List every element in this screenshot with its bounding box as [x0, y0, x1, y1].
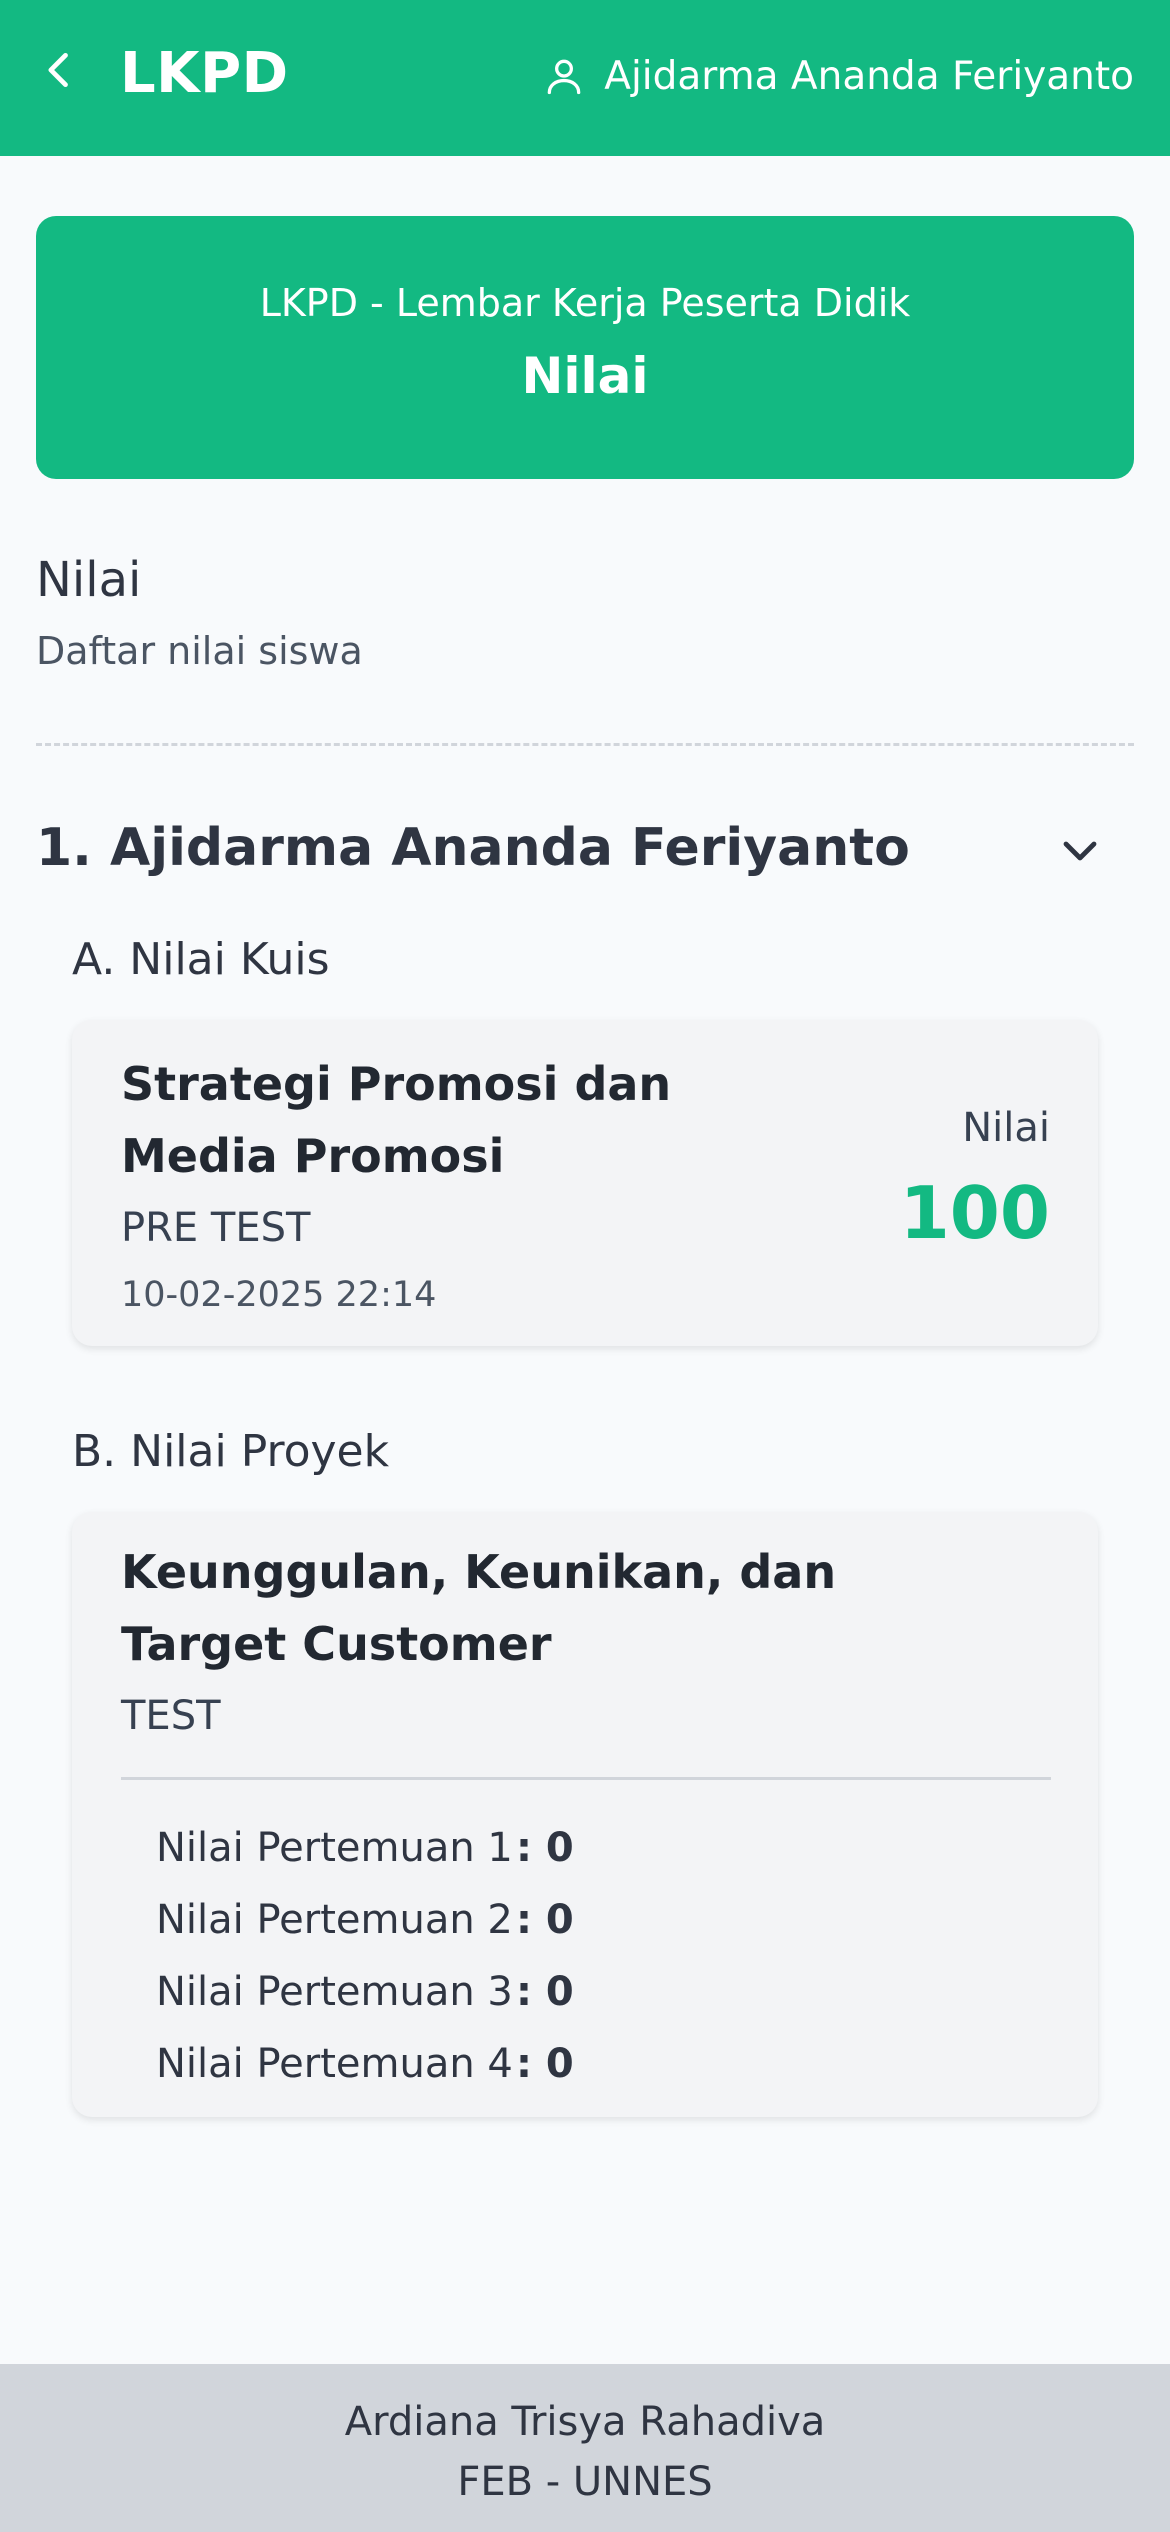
footer: Ardiana Trisya Rahadiva FEB - UNNES — [0, 2364, 1170, 2532]
quiz-card: Strategi Promosi dan Media Promosi PRE T… — [72, 1020, 1098, 1346]
section-divider — [36, 743, 1134, 746]
meeting-label: Nilai Pertemuan 2 — [156, 1897, 513, 1943]
quiz-date: 10-02-2025 22:14 — [121, 1275, 437, 1315]
project-divider — [121, 1777, 1051, 1780]
section-subtitle: Daftar nilai siswa — [36, 629, 363, 673]
meeting-label: Nilai Pertemuan 1 — [156, 1825, 513, 1871]
score-label: Nilai — [962, 1105, 1050, 1151]
meeting-value: : 0 — [516, 2041, 574, 2087]
meeting-value: : 0 — [516, 1969, 574, 2015]
quiz-type: PRE TEST — [121, 1205, 311, 1251]
meeting-label: Nilai Pertemuan 4 — [156, 2041, 513, 2087]
chevron-down-icon[interactable] — [1056, 826, 1104, 874]
footer-author: Ardiana Trisya Rahadiva — [344, 2399, 826, 2445]
hero-banner: LKPD - Lembar Kerja Peserta Didik Nilai — [36, 216, 1134, 479]
meeting-score-row: Nilai Pertemuan 3 : 0 — [156, 1956, 574, 2028]
user-name: Ajidarma Ananda Feriyanto — [604, 53, 1134, 99]
app-title: LKPD — [120, 41, 289, 106]
quiz-heading: A. Nilai Kuis — [72, 934, 330, 985]
footer-organization: FEB - UNNES — [457, 2459, 713, 2505]
score-value: 100 — [899, 1171, 1050, 1255]
meeting-label: Nilai Pertemuan 3 — [156, 1969, 513, 2015]
meeting-score-row: Nilai Pertemuan 1 : 0 — [156, 1812, 574, 1884]
hero-title: Nilai — [521, 347, 649, 405]
project-heading: B. Nilai Proyek — [72, 1426, 390, 1477]
student-name: 1. Ajidarma Ananda Feriyanto — [36, 818, 910, 878]
app-header: LKPD Ajidarma Ananda Feriyanto — [0, 0, 1170, 156]
quiz-title: Strategi Promosi dan Media Promosi — [121, 1057, 672, 1183]
back-button[interactable] — [28, 38, 92, 102]
student-accordion-toggle[interactable]: 1. Ajidarma Ananda Feriyanto — [36, 808, 1134, 888]
meeting-value: : 0 — [516, 1897, 574, 1943]
hero-subtitle: LKPD - Lembar Kerja Peserta Didik — [259, 281, 911, 325]
project-title: Keunggulan, Keunikan, dan Target Custome… — [121, 1545, 837, 1671]
section-title: Nilai — [36, 552, 142, 608]
user-profile[interactable]: Ajidarma Ananda Feriyanto — [542, 42, 1134, 110]
chevron-left-icon — [48, 52, 68, 88]
user-icon — [542, 54, 586, 98]
meeting-score-row: Nilai Pertemuan 2 : 0 — [156, 1884, 574, 1956]
project-card: Keunggulan, Keunikan, dan Target Custome… — [72, 1512, 1098, 2117]
meeting-score-row: Nilai Pertemuan 4 : 0 — [156, 2028, 574, 2100]
meeting-value: : 0 — [516, 1825, 574, 1871]
meeting-score-list: Nilai Pertemuan 1 : 0 Nilai Pertemuan 2 … — [156, 1812, 574, 2100]
project-type: TEST — [121, 1693, 221, 1739]
